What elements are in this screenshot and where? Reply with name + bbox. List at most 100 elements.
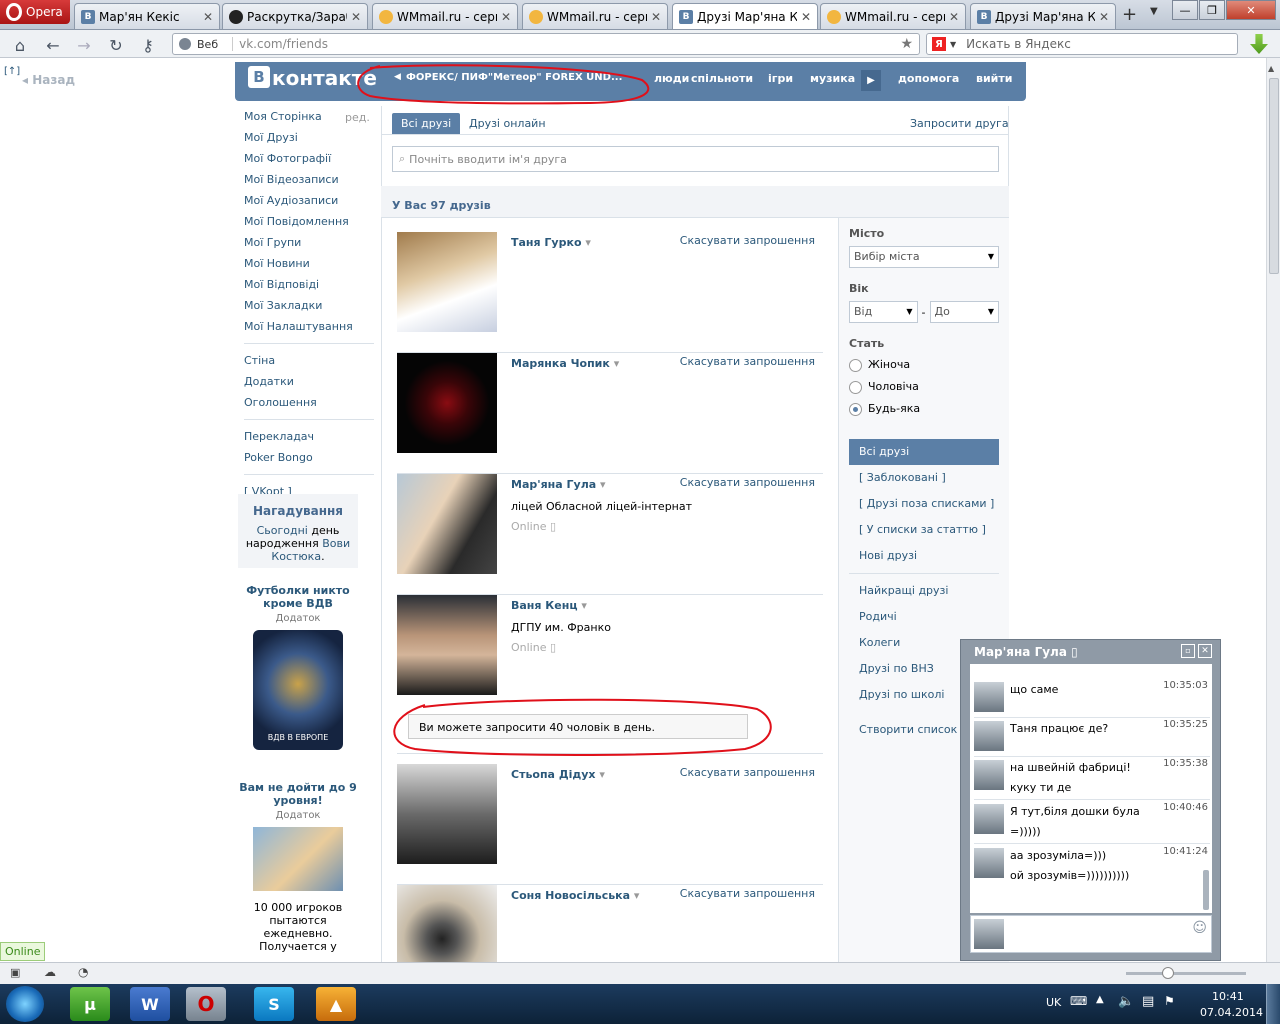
tab-4[interactable]: WMmail.ru - серв...✕ xyxy=(522,3,668,29)
zoom-slider[interactable] xyxy=(1126,972,1246,975)
scroll-top-icon[interactable]: [↑] xyxy=(4,66,20,77)
menu-my-friends[interactable]: Мої Друзі xyxy=(244,127,374,148)
chat-input[interactable]: ☺ xyxy=(970,915,1212,953)
invite-friend-link[interactable]: Запросити друга xyxy=(910,117,1009,130)
action-center-icon[interactable]: ⚑ xyxy=(1164,994,1175,1008)
url-text[interactable]: vk.com/friends xyxy=(232,37,328,51)
avatar[interactable] xyxy=(974,804,1004,834)
reminder-name-link[interactable]: Вови xyxy=(322,537,350,550)
close-window-icon[interactable]: ✕ xyxy=(1226,0,1276,20)
dropdown-icon[interactable]: ▾ xyxy=(596,478,606,491)
ad-block-2[interactable]: Вам не дойти до 9 уровня! Додаток 10 000… xyxy=(238,781,358,953)
menu-my-answers[interactable]: Мої Відповіді xyxy=(244,274,374,295)
list-best[interactable]: Найкращі друзі xyxy=(849,578,999,604)
list-by-gender[interactable]: [ У списки за статтю ] xyxy=(849,517,999,543)
menu-my-photos[interactable]: Мої Фотографії xyxy=(244,148,374,169)
age-to-select[interactable]: До xyxy=(929,301,999,323)
friend-photo[interactable] xyxy=(397,764,497,864)
volume-icon[interactable]: 🔈 xyxy=(1118,994,1134,1009)
menu-my-groups[interactable]: Мої Групи xyxy=(244,232,374,253)
minimize-icon[interactable]: — xyxy=(1172,0,1198,20)
show-desktop-button[interactable] xyxy=(1266,984,1280,1024)
scroll-up-icon[interactable]: ▲ xyxy=(1268,64,1274,73)
list-unlisted[interactable]: [ Друзі поза списками ] xyxy=(849,491,999,517)
ad-title[interactable]: Футболки никто кроме ВДВ xyxy=(238,584,358,610)
tab-all-friends[interactable]: Всі друзі xyxy=(392,113,461,134)
list-new-friends[interactable]: Нові друзі xyxy=(849,543,999,569)
avatar[interactable] xyxy=(974,682,1004,712)
friend-photo[interactable] xyxy=(397,595,497,695)
sex-any-radio[interactable]: Будь-яка xyxy=(849,398,999,420)
menu-my-news[interactable]: Мої Новини xyxy=(244,253,374,274)
opera-menu-button[interactable]: Opera xyxy=(0,0,70,24)
tab-6[interactable]: WMmail.ru - серв...✕ xyxy=(820,3,966,29)
close-tab-icon[interactable]: ✕ xyxy=(1099,10,1109,24)
menu-next-icon[interactable]: ▶ xyxy=(861,70,881,91)
smiley-icon[interactable]: ☺ xyxy=(1192,920,1207,936)
skype-icon[interactable]: S xyxy=(254,987,294,1021)
menu-ads[interactable]: Оголошення xyxy=(244,392,374,413)
tab-5-active[interactable]: BДрузі Мар'яна Ке...✕ xyxy=(672,3,818,29)
dropdown-icon[interactable]: ▾ xyxy=(582,236,591,249)
ad-block-1[interactable]: Футболки никто кроме ВДВ Додаток ВДВ В Е… xyxy=(238,584,358,750)
friend-photo[interactable] xyxy=(397,885,497,962)
new-tab-icon[interactable]: + xyxy=(1122,4,1137,25)
forward-icon[interactable]: → xyxy=(73,36,95,55)
ad-image-vdv[interactable]: ВДВ В ЕВРОПЕ xyxy=(253,630,343,750)
reminder-today-link[interactable]: Сьогодні xyxy=(257,524,308,537)
clock-time[interactable]: 10:41 xyxy=(1212,990,1244,1003)
reminder-surname-link[interactable]: Костюка xyxy=(271,550,321,563)
network-icon[interactable]: ▤ xyxy=(1142,994,1154,1009)
dropdown-icon[interactable]: ▾ xyxy=(596,768,605,781)
tab-2[interactable]: Раскрутка/Зараб...✕ xyxy=(222,3,368,29)
menu-my-videos[interactable]: Мої Відеозаписи xyxy=(244,169,374,190)
ad-title[interactable]: Вам не дойти до 9 уровня! xyxy=(238,781,358,807)
tab-7[interactable]: BДрузі Мар'яна Ке...✕ xyxy=(970,3,1116,29)
friend-photo[interactable] xyxy=(397,232,497,332)
clock-date[interactable]: 07.04.2014 xyxy=(1200,1006,1263,1019)
key-icon[interactable]: ⚷ xyxy=(137,36,159,55)
menu-wall[interactable]: Стіна xyxy=(244,350,374,371)
cancel-request-link[interactable]: Скасувати запрошення xyxy=(680,476,815,489)
opera-taskbar-icon[interactable]: O xyxy=(186,987,226,1021)
menu-my-settings[interactable]: Мої Налаштування xyxy=(244,316,374,337)
search-placeholder[interactable]: Искать в Яндекс xyxy=(966,37,1071,51)
close-tab-icon[interactable]: ✕ xyxy=(501,10,511,24)
avatar[interactable] xyxy=(974,721,1004,751)
menu-my-messages[interactable]: Мої Повідомлення xyxy=(244,211,374,232)
friend-photo[interactable] xyxy=(397,353,497,453)
ad-image-game[interactable] xyxy=(253,827,343,891)
star-icon[interactable]: ★ xyxy=(900,36,913,52)
menu-apps[interactable]: Додатки xyxy=(244,371,374,392)
utorrent-icon[interactable]: µ xyxy=(70,987,110,1021)
reload-icon[interactable]: ↻ xyxy=(105,36,127,55)
cancel-request-link[interactable]: Скасувати запрошення xyxy=(680,355,815,368)
search-bar[interactable]: Я ▼ Искать в Яндекс xyxy=(926,33,1238,55)
panel-toggle-icon[interactable]: ▣ xyxy=(10,966,20,979)
list-family[interactable]: Родичі xyxy=(849,604,999,630)
friend-name[interactable]: Мар'яна Гула ▾ xyxy=(511,478,606,491)
menu-communities[interactable]: спільноти xyxy=(691,72,753,85)
cancel-request-link[interactable]: Скасувати запрошення xyxy=(680,234,815,247)
age-from-select[interactable]: Від xyxy=(849,301,918,323)
friend-name[interactable]: Таня Гурко ▾ xyxy=(511,236,591,249)
tab-friends-online[interactable]: Друзі онлайн xyxy=(469,117,546,130)
speed-dial-icon[interactable]: ◔ xyxy=(78,965,88,979)
home-icon[interactable]: ⌂ xyxy=(9,36,31,55)
radio-icon[interactable] xyxy=(849,380,862,394)
avatar[interactable] xyxy=(974,760,1004,790)
menu-translator[interactable]: Перекладач xyxy=(244,426,374,447)
tab-1[interactable]: B Мар'ян Кекіс ✕ xyxy=(74,3,220,29)
scroll-thumb[interactable] xyxy=(1269,78,1279,274)
friend-search-placeholder[interactable]: Почніть вводити ім'я друга xyxy=(409,153,567,166)
edit-link[interactable]: ред. xyxy=(345,111,370,124)
close-tab-icon[interactable]: ✕ xyxy=(203,10,213,24)
radio-icon[interactable] xyxy=(849,358,862,372)
chat-close-icon[interactable]: ✕ xyxy=(1198,644,1212,658)
menu-music[interactable]: музика xyxy=(810,72,855,85)
sex-female-radio[interactable]: Жіноча xyxy=(849,354,999,376)
close-tab-icon[interactable]: ✕ xyxy=(351,10,361,24)
menu-logout[interactable]: вийти xyxy=(976,72,1012,85)
tab-3[interactable]: WMmail.ru - серв...✕ xyxy=(372,3,518,29)
friend-search-input[interactable]: ⌕ Почніть вводити ім'я друга xyxy=(392,146,999,172)
